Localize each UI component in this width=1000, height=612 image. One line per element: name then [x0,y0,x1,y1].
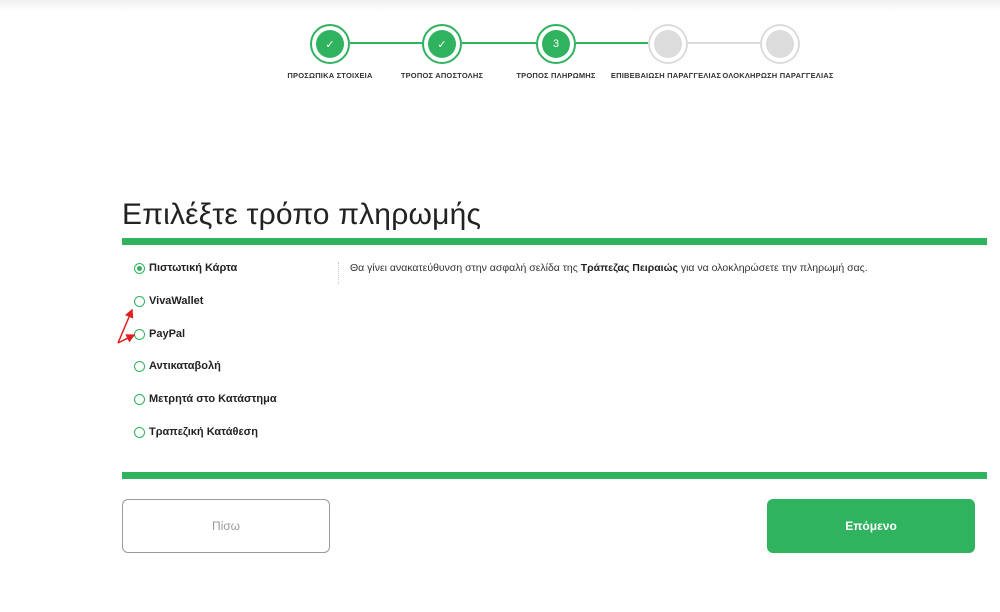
top-divider-bar [122,238,987,245]
step-2-shipping-method[interactable]: ✓ [422,24,462,64]
step-connector [688,42,760,44]
radio-button[interactable] [134,360,145,372]
top-bar [0,0,1000,12]
step-3-payment-method: 3 [536,24,576,64]
back-button[interactable]: Πίσω [122,499,330,553]
step-connector [576,42,648,44]
info-bank-name: Τράπεζας Πειραιώς [580,262,678,274]
payment-option-cash-in-store[interactable]: Μετρητά στο Κατάστημα [134,393,277,405]
step-1-check-icon: ✓ [316,30,344,58]
step-5-order-completion [760,24,800,64]
step-5-label: ΟΛΟΚΛΗΡΩΣΗ ΠΑΡΑΓΓΕΛΙΑΣ [722,71,834,80]
radio-button-selected[interactable] [134,262,145,274]
step-connector [350,42,422,44]
payment-option-bank-deposit[interactable]: Τραπεζική Κατάθεση [134,426,258,438]
option-label: Πιστωτική Κάρτα [149,262,238,274]
page-title: Επιλέξτε τρόπο πληρωμής [122,198,482,231]
option-label: Τραπεζική Κατάθεση [149,426,258,438]
radio-button[interactable] [134,393,145,405]
payment-info-text: Θα γίνει ανακατεύθυνση στην ασφαλή σελίδ… [350,262,868,274]
info-text-before: Θα γίνει ανακατεύθυνση στην ασφαλή σελίδ… [350,262,581,274]
step-4-indicator [654,30,682,58]
checkout-stepper: ✓ ΠΡΟΣΩΠΙΚΑ ΣΤΟΙΧΕΙΑ ✓ ΤΡΟΠΟΣ ΑΠΟΣΤΟΛΗΣ … [0,24,1000,84]
option-label: PayPal [149,328,186,340]
step-2-check-icon: ✓ [428,30,456,58]
payment-option-credit-card[interactable]: Πιστωτική Κάρτα [134,262,237,274]
step-5-indicator [766,30,794,58]
annotation-arrows-icon [117,308,136,344]
payment-option-cash-on-delivery[interactable]: Αντικαταβολή [134,360,221,372]
info-text-after: για να ολοκληρώσετε την πληρωμή σας. [677,262,868,274]
step-1-personal-details[interactable]: ✓ [310,24,350,64]
next-button[interactable]: Επόμενο [767,499,975,553]
vertical-divider [338,262,339,284]
step-4-order-confirmation [648,24,688,64]
step-3-number: 3 [542,30,570,58]
option-label: Μετρητά στο Κατάστημα [149,393,277,405]
bottom-divider-bar [122,472,987,479]
option-label: Αντικαταβολή [149,360,221,372]
step-connector [462,42,536,44]
radio-button[interactable] [134,426,145,438]
option-label: VivaWallet [149,295,204,307]
